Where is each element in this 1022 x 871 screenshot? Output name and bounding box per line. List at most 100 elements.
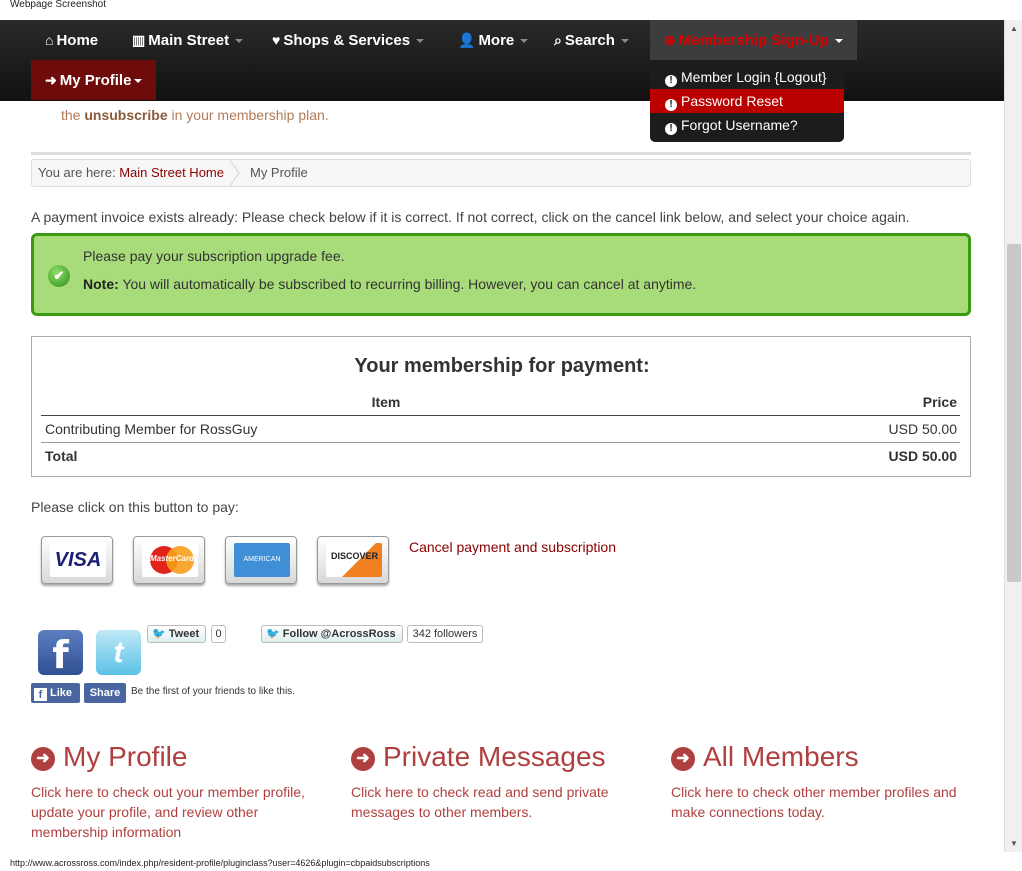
nav-membership-label: Membership Sign-Up (678, 32, 829, 49)
payment-summary: Your membership for payment: Item Price … (31, 336, 971, 477)
amex-logo: AMERICAN EXPRESS (234, 543, 290, 597)
pay-prompt: Please click on this button to pay: (31, 499, 239, 515)
block-text[interactable]: Click here to check other member profile… (671, 782, 971, 822)
nav-shops-label: Shops & Services (283, 32, 411, 49)
tweet-label: Tweet (168, 628, 200, 640)
arrow-right-circle-icon: ➜ (45, 72, 57, 88)
breadcrumb-current: My Profile (249, 165, 308, 180)
nav-home[interactable]: ⌂ Home (45, 20, 98, 60)
visa-pay-button[interactable]: VISA (41, 536, 113, 584)
facebook-icon[interactable]: f (38, 630, 83, 677)
tweet-count: 0 (211, 625, 226, 643)
mastercard-logo-text: MasterCard (149, 554, 194, 563)
partial-membership-text: the unsubscribe in your membership plan. (61, 107, 329, 123)
heart-icon: ♥ (272, 32, 281, 48)
menu-item-forgot-username[interactable]: ! Forgot Username? (650, 113, 844, 137)
vertical-scrollbar[interactable]: ▲ ▼ (1004, 20, 1022, 852)
note-label: Note: (83, 276, 119, 292)
arrow-right-circle-icon: ➜ (351, 747, 375, 771)
alert-icon: ⊕ (664, 32, 676, 48)
column-header-price: Price (922, 394, 957, 410)
check-icon: ✔ (48, 265, 70, 287)
page-content: the unsubscribe in your membership plan.… (0, 20, 1004, 852)
block-text[interactable]: Click here to check read and send privat… (351, 782, 651, 822)
total-label: Total (45, 448, 78, 464)
nav-my-profile[interactable]: ➜ My Profile (31, 60, 157, 100)
block-all-members: ➜ All Members Click here to check other m… (671, 741, 971, 822)
facebook-like-button[interactable]: f Like (31, 683, 80, 703)
alert-icon: ! (665, 75, 677, 87)
arrow-right-circle-icon: ➜ (671, 747, 695, 771)
success-note: Note: You will automatically be subscrib… (83, 276, 696, 292)
user-icon: 👤 (458, 32, 476, 48)
menu-item-label: Forgot Username? (681, 117, 798, 133)
followers-count: 342 followers (407, 625, 483, 643)
chevron-down-icon (520, 39, 529, 44)
success-alert: ✔ Please pay your subscription upgrade f… (31, 233, 971, 316)
chevron-down-icon (134, 79, 143, 84)
chevron-down-icon (834, 39, 843, 44)
menu-item-password-reset[interactable]: ! Password Reset (650, 89, 844, 113)
nav-search-label: Search (564, 32, 615, 49)
table-header-row: Item Price (41, 389, 960, 416)
home-icon: ⌂ (45, 32, 54, 48)
item-name: Contributing Member for RossGuy (45, 421, 258, 437)
nav-more-label: More (478, 32, 515, 49)
payment-table: Item Price Contributing Member for RossG… (41, 389, 960, 470)
block-title-text: Private Messages (383, 741, 606, 772)
block-text[interactable]: Click here to check out your member prof… (31, 782, 331, 842)
breadcrumb-home-link[interactable]: Main Street Home (119, 165, 224, 180)
divider (31, 152, 971, 155)
chevron-down-icon (416, 39, 425, 44)
scroll-down-arrow-icon[interactable]: ▼ (1005, 835, 1022, 852)
amex-pay-button[interactable]: AMERICAN EXPRESS (225, 536, 297, 597)
facebook-icon: f (34, 688, 47, 701)
block-title-text: My Profile (63, 741, 188, 772)
block-title[interactable]: ➜ Private Messages (351, 741, 651, 773)
scrollbar-thumb[interactable] (1007, 244, 1021, 582)
column-header-item: Item (371, 394, 401, 410)
note-text: You will automatically be subscribed to … (118, 276, 697, 292)
chevron-down-icon (620, 39, 629, 44)
status-bar-url: http://www.acrossross.com/index.php/resi… (0, 852, 1022, 871)
scroll-up-arrow-icon[interactable]: ▲ (1005, 20, 1022, 37)
nav-more[interactable]: 👤 More (458, 20, 529, 60)
menu-item-member-login[interactable]: ! Member Login {Logout} (650, 65, 844, 89)
alert-icon: ! (665, 99, 677, 111)
arrow-right-circle-icon: ➜ (31, 747, 55, 771)
twitter-icon[interactable]: t (96, 630, 141, 675)
payment-title: Your membership for payment: (354, 355, 650, 377)
top-navbar: ⌂ Home ▥ Main Street ♥ Shops & Services 👤 Mo… (0, 20, 1004, 101)
twitter-bird-icon: 🐦 (266, 628, 280, 640)
block-title-text: All Members (703, 741, 859, 772)
cancel-payment-link[interactable]: Cancel payment and subscription (409, 539, 616, 555)
table-row: Contributing Member for RossGuy USD 50.0… (41, 416, 960, 443)
follow-button[interactable]: 🐦 Follow @AcrossRoss (261, 625, 403, 643)
mastercard-logo: MasterCard (142, 543, 198, 577)
block-title[interactable]: ➜ My Profile (31, 741, 331, 773)
nav-main-street-label: Main Street (148, 32, 230, 49)
like-label: Like (50, 687, 73, 699)
nav-shops-services[interactable]: ♥ Shops & Services (272, 20, 425, 60)
chevron-down-icon (235, 39, 244, 44)
breadcrumb: You are here: Main Street Home My Profile (31, 152, 971, 187)
alert-icon: ! (665, 123, 677, 135)
search-icon: ⌕ (554, 32, 562, 48)
menu-item-label: Member Login {Logout} (681, 69, 827, 85)
invoice-note: A payment invoice exists already: Please… (31, 209, 910, 225)
nav-search[interactable]: ⌕ Search (554, 20, 629, 60)
partial-text-before: the (61, 107, 85, 123)
discover-pay-button[interactable]: DISCOVER (317, 536, 389, 584)
like-note: Be the first of your friends to like thi… (131, 686, 295, 697)
nav-main-street[interactable]: ▥ Main Street (132, 20, 244, 60)
facebook-share-button[interactable]: Share (84, 683, 126, 703)
unsubscribe-link[interactable]: unsubscribe (84, 107, 167, 123)
menu-item-label: Password Reset (681, 93, 783, 109)
block-my-profile: ➜ My Profile Click here to check out your… (31, 741, 331, 842)
twitter-bird-icon: 🐦 (152, 628, 166, 640)
block-title[interactable]: ➜ All Members (671, 741, 971, 773)
nav-membership-signup[interactable]: ⊕ Membership Sign-Up (650, 20, 857, 60)
partial-text-after: in your membership plan. (167, 107, 329, 123)
tweet-button[interactable]: 🐦 Tweet (147, 625, 206, 643)
mastercard-pay-button[interactable]: MasterCard (133, 536, 205, 584)
